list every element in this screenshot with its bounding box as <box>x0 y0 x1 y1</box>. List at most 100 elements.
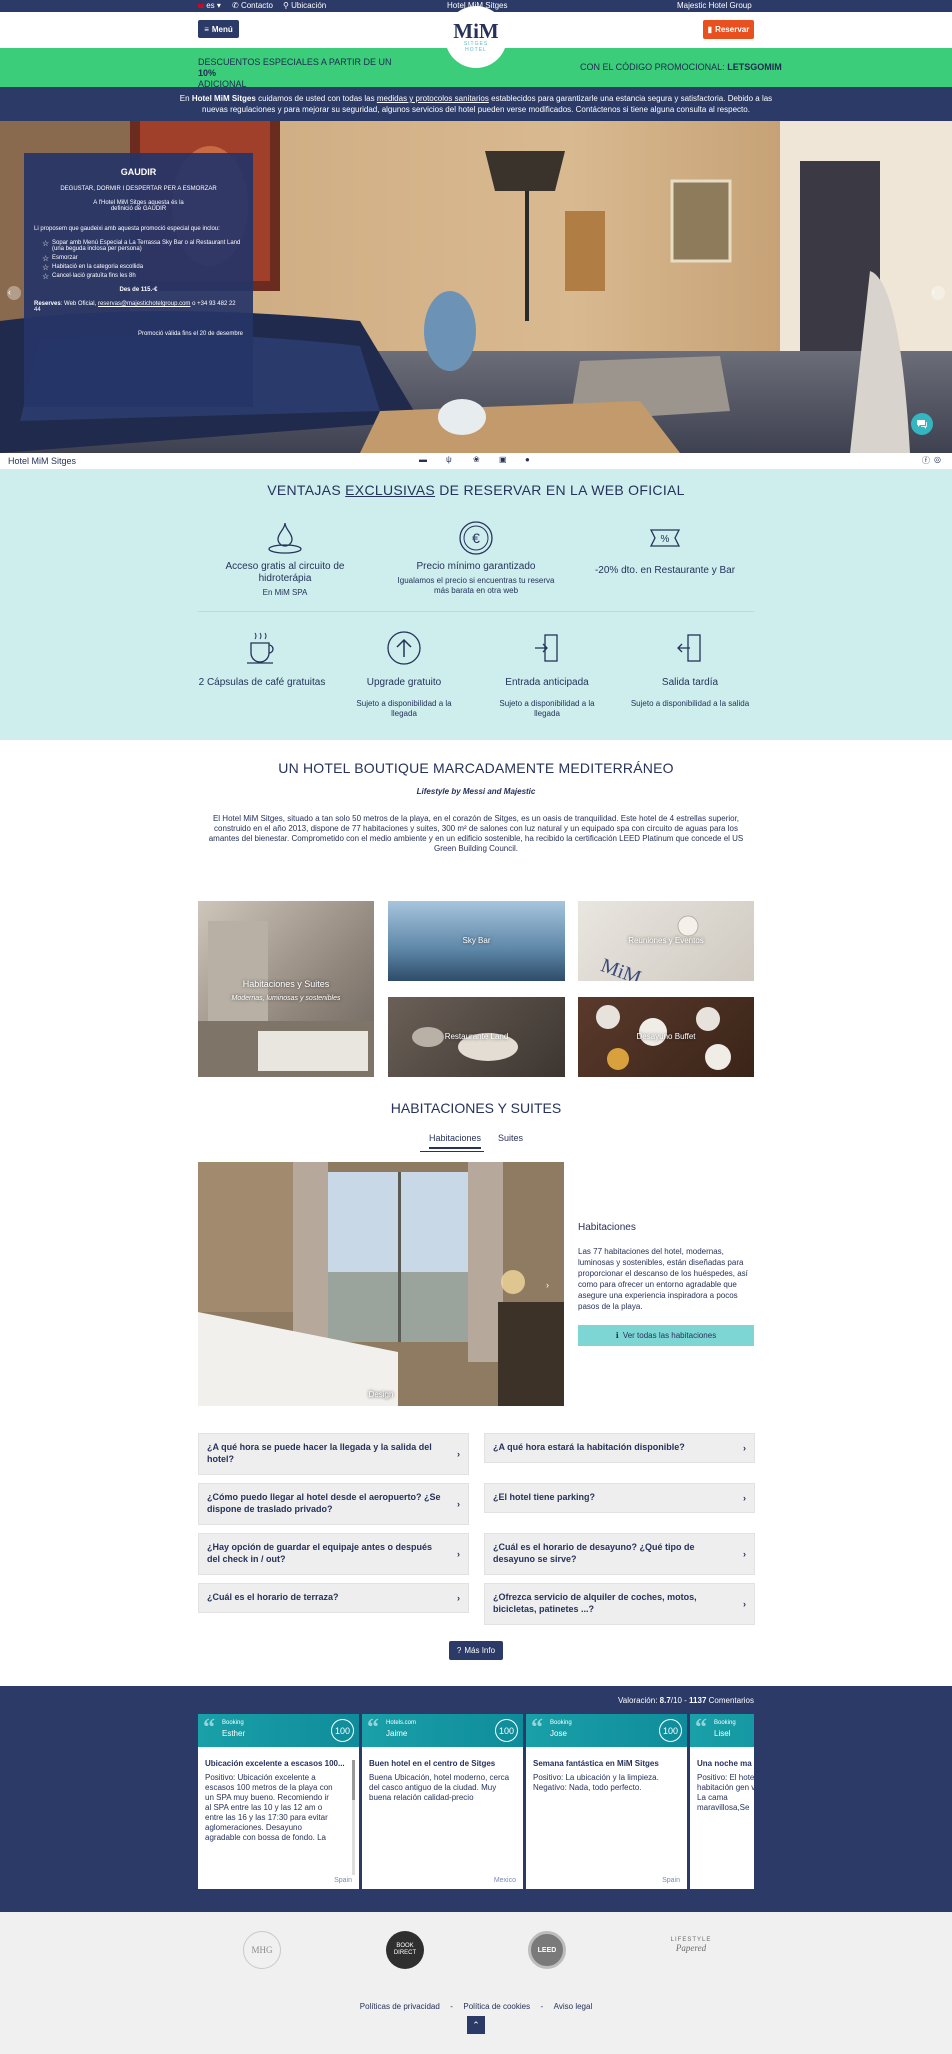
chevron-right-icon: › <box>743 1549 746 1559</box>
chevron-right-icon: › <box>743 1599 746 1609</box>
contact-link[interactable]: ✆ Contacto <box>232 1 273 10</box>
ventaja-precio: € Precio mínimo garantizado Igualamos el… <box>392 519 560 596</box>
restaurant-icon[interactable]: ψ <box>446 455 452 464</box>
group-link[interactable]: Majestic Hotel Group <box>677 1 752 10</box>
ventaja-entrada: Entrada anticipada Sujeto a disponibilid… <box>488 629 606 719</box>
footer: MHG BOOK DIRECT LEED LIFESTYLE Papered Po… <box>0 1912 952 2054</box>
quote-icon: “ <box>695 1715 707 1741</box>
ventajas-section: VENTAJAS EXCLUSIVAS DE RESERVAR EN LA WE… <box>0 469 952 740</box>
water-drop-icon <box>268 522 302 554</box>
legal-link[interactable]: Aviso legal <box>554 2002 593 2011</box>
chevron-up-icon: ⌃ <box>472 2019 480 2030</box>
tile-reuniones[interactable]: MiM Reuniones y Eventos <box>578 901 754 981</box>
spa-icon[interactable]: ❀ <box>473 455 480 464</box>
chat-button[interactable] <box>911 413 933 435</box>
faq-item[interactable]: ¿Hay opción de guardar el equipaje antes… <box>198 1533 469 1575</box>
discount-tag-icon: % <box>649 529 681 547</box>
reserves-line: Reserves: Web Oficial, reservas@majestic… <box>34 301 236 313</box>
hotel-logo[interactable]: MiM SITGES HOTEL <box>445 6 507 68</box>
divider <box>198 611 754 612</box>
room-image: › Design <box>198 1162 564 1406</box>
promo-includes-list: Sopar amb Menú Especial a La Terrassa Sk… <box>42 239 243 281</box>
chevron-right-icon: › <box>457 1593 460 1603</box>
mas-info-button[interactable]: ? Más Info <box>449 1641 503 1660</box>
cookies-link[interactable]: Política de cookies <box>463 2002 530 2011</box>
ventaja-cafe: 2 Cápsulas de café gratuitas <box>195 629 329 689</box>
reviews-section: Valoración: 8.7/10 - 1137 Comentarios “B… <box>0 1686 952 1912</box>
room-photo <box>198 1162 564 1406</box>
faq-item[interactable]: ¿A qué hora estará la habitación disponi… <box>484 1433 755 1463</box>
sanitary-measures-link[interactable]: medidas y protocolos sanitarios <box>377 94 489 103</box>
tile-desayuno[interactable]: Desayuno Buffet <box>578 997 754 1077</box>
ventaja-salida: Salida tardía Sujeto a disponibilidad a … <box>620 629 760 709</box>
tab-suites[interactable]: Suites <box>498 1133 523 1143</box>
list-item: Habitació en la categoria escollida <box>42 263 243 272</box>
euro-coin-icon: € <box>459 521 493 555</box>
instagram-icon[interactable]: ◎ <box>934 455 941 464</box>
chevron-right-icon: › <box>457 1549 460 1559</box>
bed-icon[interactable]: ▬ <box>419 455 427 464</box>
review-card: “Booking Jose 100 Semana fantástica en MiM… <box>526 1714 687 1889</box>
facebook-icon[interactable]: ⓕ <box>922 455 930 466</box>
review-card: “Hotels.com Jaime 100 Buen hotel en el cen… <box>362 1714 523 1889</box>
book-direct-logo[interactable]: BOOK DIRECT <box>386 1931 424 1969</box>
section-title: UN HOTEL BOUTIQUE MARCADAMENTE MEDITERRÁ… <box>278 760 674 776</box>
faq-item[interactable]: ¿El hotel tiene parking? › <box>484 1483 755 1513</box>
scrollbar[interactable] <box>352 1760 355 1875</box>
prev-slide-icon[interactable]: ‹ <box>8 287 11 297</box>
faq-item[interactable]: ¿Cuál es el horario de desayuno? ¿Qué ti… <box>484 1533 755 1575</box>
lifestyle-logo[interactable]: LIFESTYLE Papered <box>665 1937 717 1953</box>
chevron-right-icon: › <box>743 1443 746 1453</box>
leed-logo[interactable]: LEED <box>528 1931 566 1969</box>
tile-restaurante[interactable]: Restaurante Land <box>388 997 565 1077</box>
tile-habitaciones[interactable]: Habitaciones y Suites Modernas, luminosa… <box>198 901 374 1077</box>
faq-item[interactable]: ¿Cuál es el horario de terraza? › <box>198 1583 469 1613</box>
ventaja-upgrade: Upgrade gratuito Sujeto a disponibilidad… <box>344 629 464 719</box>
promo-right: CON EL CÓDIGO PROMOCIONAL: LETSGOMIM <box>580 62 782 72</box>
briefcase-icon[interactable]: ▣ <box>499 455 507 464</box>
reservar-button[interactable]: ▮ Reservar <box>703 20 754 39</box>
location-link[interactable]: ⚲ Ubicación <box>283 1 326 10</box>
rooms-heading: Habitaciones <box>578 1222 636 1233</box>
promo-code: LETSGOMIM <box>727 62 782 72</box>
list-item: Esmorzar <box>42 254 243 263</box>
review-card: “Booking Lisel Una noche ma Positivo: El … <box>690 1714 754 1889</box>
review-card: “Booking Esther 100 Ubicación excelente a … <box>198 1714 359 1889</box>
svg-text:%: % <box>661 534 670 545</box>
view-rooms-button[interactable]: ℹ Ver todas las habitaciones <box>578 1325 754 1346</box>
arrow-up-circle-icon <box>387 631 421 665</box>
health-notice: En Hotel MiM Sitges cuidamos de usted co… <box>0 87 952 121</box>
faq-item[interactable]: ¿Cómo puedo llegar al hotel desde el aer… <box>198 1483 469 1525</box>
ventaja-spa: Acceso gratis al circuito de hidroterápi… <box>215 519 355 598</box>
promo-left: DESCUENTOS ESPECIALES A PARTIR DE UN 10%… <box>198 57 392 89</box>
ventajas-title: VENTAJAS EXCLUSIVAS DE RESERVAR EN LA WE… <box>267 482 685 498</box>
door-exit-icon <box>677 634 701 662</box>
footer-links: Políticas de privacidad - Política de co… <box>359 2002 593 2011</box>
faq-item[interactable]: ¿Ofrezca servicio de alquiler de coches,… <box>484 1583 755 1625</box>
quote-icon: “ <box>203 1715 215 1741</box>
faq-item[interactable]: ¿A qué hora se puede hacer la llegada y … <box>198 1433 469 1475</box>
tab-habitaciones[interactable]: Habitaciones <box>429 1133 482 1149</box>
menu-button[interactable]: ≡ Menú <box>198 20 239 38</box>
chat-small-icon[interactable]: ● <box>525 455 530 464</box>
section-text: El Hotel MiM Sitges, situado a tan solo … <box>208 814 744 853</box>
mhg-logo[interactable]: MHG <box>243 1931 281 1969</box>
info-icon: ℹ <box>615 1331 619 1340</box>
ventaja-descuento: % -20% dto. en Restaurante y Bar <box>580 519 750 577</box>
privacy-link[interactable]: Políticas de privacidad <box>360 2002 440 2011</box>
coffee-cup-icon <box>247 632 274 664</box>
hero-bottom-strip: Hotel MiM Sitges ▬ ψ ❀ ▣ ● ⓕ ◎ <box>0 453 952 469</box>
next-slide-icon[interactable]: › <box>932 287 935 297</box>
reviews-carousel[interactable]: “Booking Esther 100 Ubicación excelente a … <box>198 1686 754 1912</box>
chat-icon <box>917 420 927 429</box>
language-selector[interactable]: es ▾ <box>198 1 221 10</box>
back-to-top-button[interactable]: ⌃ <box>467 2016 485 2034</box>
hero-slider: ‹ › GAUDIR DEGUSTAR, DORMIR I DESPERTAR … <box>0 121 952 453</box>
rooms-title: HABITACIONES Y SUITES <box>390 1100 562 1116</box>
next-room-icon[interactable]: › <box>546 1280 549 1290</box>
tab-underline <box>420 1151 484 1152</box>
tile-skybar[interactable]: Sky Bar <box>388 901 565 981</box>
promo-card: GAUDIR DEGUSTAR, DORMIR I DESPERTAR PER … <box>24 153 253 407</box>
svg-text:MiM: MiM <box>598 954 644 981</box>
reservation-email-link[interactable]: reservas@majestichotelgroup.com <box>98 301 190 307</box>
